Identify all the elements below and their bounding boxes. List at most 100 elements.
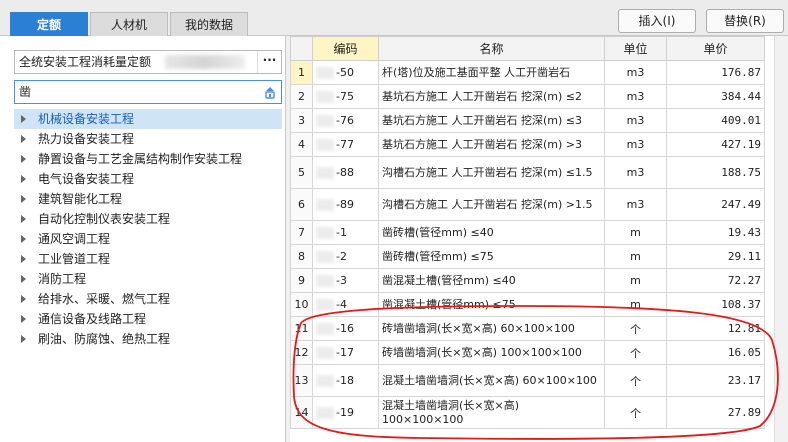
search-clear-icon[interactable] — [263, 85, 277, 99]
name-cell: 基坑石方施工 人工开凿岩石 挖深(m) ≤3 — [378, 108, 605, 133]
unit-cell: m3 — [604, 188, 667, 221]
tree-item[interactable]: 热力设备安装工程 — [14, 129, 282, 149]
code-text: -88 — [336, 166, 354, 179]
expand-arrow-icon[interactable] — [21, 175, 26, 183]
vertical-scrollbar[interactable] — [774, 36, 788, 442]
tree-item[interactable]: 消防工程 — [14, 269, 282, 289]
code-text: -17 — [336, 346, 354, 359]
table-row[interactable]: 12 -17 砖墙凿墙洞(长×宽×高) 100×100×100 个 16.05 — [290, 340, 765, 365]
code-cell: -16 — [312, 316, 379, 341]
table-row[interactable]: 7 -1 凿砖槽(管径mm) ≤40 m 19.43 — [290, 220, 765, 245]
table-row[interactable]: 9 -3 凿混凝土槽(管径mm) ≤40 m 72.27 — [290, 268, 765, 293]
row-number: 11 — [290, 316, 313, 341]
tab-quota[interactable]: 定额 — [10, 12, 88, 36]
table-row[interactable]: 4 -77 基坑石方施工 人工开凿岩石 挖深(m) >3 m3 427.19 — [290, 132, 765, 157]
code-cell: -76 — [312, 108, 379, 133]
tree-item[interactable]: 静置设备与工艺金属结构制作安装工程 — [14, 149, 282, 169]
row-number: 7 — [290, 220, 313, 245]
tree-item[interactable]: 机械设备安装工程 — [14, 109, 282, 129]
redacted-code-prefix — [316, 375, 334, 387]
unit-cell: m — [604, 268, 667, 293]
code-text: -89 — [336, 198, 354, 211]
expand-arrow-icon[interactable] — [21, 315, 26, 323]
header-code[interactable]: 编码 — [312, 36, 379, 61]
code-cell: -1 — [312, 220, 379, 245]
unit-cell: m — [604, 220, 667, 245]
tree-item[interactable]: 刷油、防腐蚀、绝热工程 — [14, 329, 282, 349]
top-toolbar: 定额 人材机 我的数据 插入(I) 替换(R) — [0, 0, 788, 36]
tab-labor-material-machine[interactable]: 人材机 — [90, 12, 168, 36]
price-cell: 384.44 — [666, 84, 765, 109]
unit-cell: m3 — [604, 84, 667, 109]
table-row[interactable]: 5 -88 沟槽石方施工 人工开凿岩石 挖深(m) ≤1.5 m3 188.75 — [290, 156, 765, 189]
expand-arrow-icon[interactable] — [21, 155, 26, 163]
name-cell: 杆(塔)位及施工基面平整 人工开凿岩石 — [378, 60, 605, 85]
code-cell: -17 — [312, 340, 379, 365]
redacted-code-prefix — [316, 167, 334, 179]
tree-item-label: 通信设备及线路工程 — [38, 312, 147, 326]
header-price[interactable]: 单价 — [666, 36, 765, 61]
price-cell: 12.81 — [666, 316, 765, 341]
header-unit[interactable]: 单位 — [604, 36, 667, 61]
expand-arrow-icon[interactable] — [21, 135, 26, 143]
redacted-code-prefix — [316, 323, 334, 335]
expand-arrow-icon[interactable] — [21, 215, 26, 223]
tree-item[interactable]: 电气设备安装工程 — [14, 169, 282, 189]
row-number: 10 — [290, 292, 313, 317]
redacted-text — [165, 55, 245, 69]
table-row[interactable]: 2 -75 基坑石方施工 人工开凿岩石 挖深(m) ≤2 m3 384.44 — [290, 84, 765, 109]
row-number: 12 — [290, 340, 313, 365]
table-row[interactable]: 3 -76 基坑石方施工 人工开凿岩石 挖深(m) ≤3 m3 409.01 — [290, 108, 765, 133]
table-row[interactable]: 14 -19 混凝土墙凿墙洞(长×宽×高) 100×100×100 个 27.89 — [290, 396, 765, 429]
quota-table: 编码 名称 单位 单价 1 -50 杆(塔)位及施工基面平整 人工开凿岩石 m3 176… — [290, 36, 765, 429]
expand-arrow-icon[interactable] — [21, 115, 26, 123]
table-row[interactable]: 8 -2 凿砖槽(管径mm) ≤75 m 29.11 — [290, 244, 765, 269]
price-cell: 247.49 — [666, 188, 765, 221]
redacted-code-prefix — [316, 91, 334, 103]
expand-arrow-icon[interactable] — [21, 295, 26, 303]
tree-item-label: 机械设备安装工程 — [38, 112, 135, 126]
expand-arrow-icon[interactable] — [21, 195, 26, 203]
table-row[interactable]: 13 -18 混凝土墙凿墙洞(长×宽×高) 60×100×100 个 23.17 — [290, 364, 765, 397]
code-cell: -18 — [312, 364, 379, 397]
price-cell: 409.01 — [666, 108, 765, 133]
tree-item-label: 给排水、采暖、燃气工程 — [38, 292, 171, 306]
tree-item[interactable]: 建筑智能化工程 — [14, 189, 282, 209]
table-row[interactable]: 10 -4 凿混凝土槽(管径mm) ≤75 m 108.37 — [290, 292, 765, 317]
expand-arrow-icon[interactable] — [21, 275, 26, 283]
row-number: 14 — [290, 396, 313, 429]
code-text: -50 — [336, 66, 354, 79]
expand-arrow-icon[interactable] — [21, 335, 26, 343]
price-cell: 16.05 — [666, 340, 765, 365]
price-cell: 29.11 — [666, 244, 765, 269]
code-cell: -89 — [312, 188, 379, 221]
tab-my-data[interactable]: 我的数据 — [170, 12, 248, 36]
tree-item[interactable]: 通信设备及线路工程 — [14, 309, 282, 329]
code-text: -77 — [336, 138, 354, 151]
code-cell: -3 — [312, 268, 379, 293]
quota-library-name: 全统安装工程消耗量定额 — [19, 55, 152, 69]
table-row[interactable]: 11 -16 砖墙凿墙洞(长×宽×高) 60×100×100 个 12.81 — [290, 316, 765, 341]
tree-item[interactable]: 给排水、采暖、燃气工程 — [14, 289, 282, 309]
code-text: -4 — [336, 298, 347, 311]
more-options-button[interactable]: ··· — [257, 51, 281, 73]
tree-item[interactable]: 通风空调工程 — [14, 229, 282, 249]
table-row[interactable]: 1 -50 杆(塔)位及施工基面平整 人工开凿岩石 m3 176.87 — [290, 60, 765, 85]
table-row[interactable]: 6 -89 沟槽石方施工 人工开凿岩石 挖深(m) >1.5 m3 247.49 — [290, 188, 765, 221]
replace-button[interactable]: 替换(R) — [706, 9, 784, 33]
expand-arrow-icon[interactable] — [21, 235, 26, 243]
code-cell: -4 — [312, 292, 379, 317]
quota-library-select[interactable]: 全统安装工程消耗量定额 ··· — [14, 50, 282, 74]
tree-item[interactable]: 自动化控制仪表安装工程 — [14, 209, 282, 229]
insert-button[interactable]: 插入(I) — [618, 9, 696, 33]
row-number: 5 — [290, 156, 313, 189]
tree-item[interactable]: 工业管道工程 — [14, 249, 282, 269]
code-cell: -50 — [312, 60, 379, 85]
header-name[interactable]: 名称 — [378, 36, 605, 61]
search-input[interactable]: 凿 — [14, 80, 282, 104]
unit-cell: m — [604, 244, 667, 269]
row-number: 4 — [290, 132, 313, 157]
expand-arrow-icon[interactable] — [21, 255, 26, 263]
left-panel: 全统安装工程消耗量定额 ··· 凿 机械设备安装工程热力设备安装工程 静置设备与工… — [0, 36, 286, 442]
name-cell: 砖墙凿墙洞(长×宽×高) 60×100×100 — [378, 316, 605, 341]
